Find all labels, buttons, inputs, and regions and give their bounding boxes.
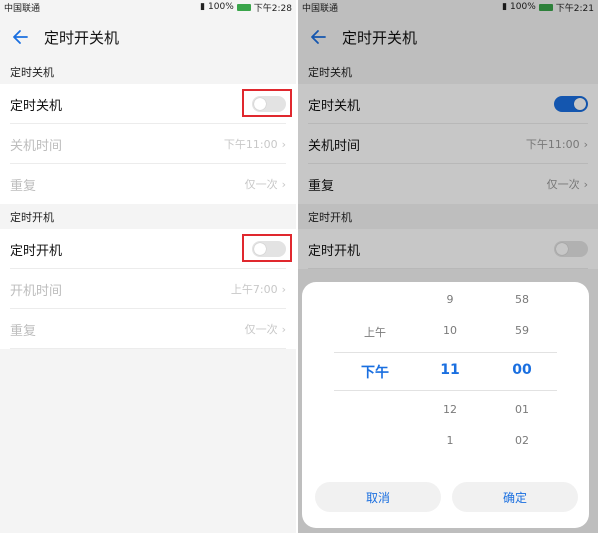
status-bar: 中国联通 ▮ 100% 下午2:28: [0, 0, 296, 14]
picker-option[interactable]: 9: [410, 293, 490, 306]
section-header-startup: 定时开机: [10, 211, 54, 224]
shutdown-repeat-row[interactable]: 重复 仅一次 ›: [0, 164, 296, 204]
picker-selected-option[interactable]: 下午: [335, 362, 415, 382]
shutdown-repeat-label: 重复: [10, 178, 37, 194]
cancel-button[interactable]: 取消: [315, 482, 441, 512]
chevron-right-icon: ›: [281, 322, 286, 336]
chevron-right-icon: ›: [281, 282, 286, 296]
back-button[interactable]: [6, 23, 34, 51]
shutdown-time-label: 关机时间: [10, 138, 63, 154]
time-picker-sheet: 上午 下午 9 10 11 12 1 58 59 00 01 02 取消 确定: [302, 282, 589, 528]
page-title: 定时开关机: [44, 28, 120, 47]
startup-toggle-label: 定时开机: [10, 243, 63, 259]
picker-selected-option[interactable]: 00: [482, 362, 562, 378]
back-arrow-icon: [13, 30, 28, 44]
startup-time-value: 上午7:00: [230, 283, 278, 296]
picker-option[interactable]: 1: [410, 434, 490, 447]
shutdown-time-row[interactable]: 关机时间 下午11:00 ›: [0, 124, 296, 164]
signal-icon: ▮: [200, 2, 206, 12]
app-bar: 定时开关机: [0, 14, 296, 60]
right-screen: 中国联通 ▮ 100% 下午2:21 定时开关机 定时关机 定时关机 关机时间 …: [298, 0, 598, 533]
minute-wheel[interactable]: 58 59 00 01 02: [482, 282, 562, 462]
picker-option[interactable]: 01: [482, 403, 562, 416]
left-screen: 中国联通 ▮ 100% 下午2:28 定时开关机 定时关机 定时关机 关机时间 …: [0, 0, 296, 533]
highlight-box: [242, 234, 292, 262]
picker-option[interactable]: 59: [482, 324, 562, 337]
chevron-right-icon: ›: [281, 137, 286, 151]
chevron-right-icon: ›: [281, 177, 286, 191]
picker-option[interactable]: 上午: [335, 324, 415, 340]
picker-option[interactable]: 10: [410, 324, 490, 337]
startup-repeat-value: 仅一次: [244, 323, 278, 336]
highlight-box: [242, 89, 292, 117]
confirm-button[interactable]: 确定: [452, 482, 578, 512]
picker-option[interactable]: 12: [410, 403, 490, 416]
picker-selected-option[interactable]: 11: [410, 362, 490, 378]
clock: 下午2:28: [253, 3, 292, 14]
ampm-wheel[interactable]: 上午 下午: [335, 282, 415, 462]
startup-time-row[interactable]: 开机时间 上午7:00 ›: [0, 269, 296, 309]
startup-repeat-row[interactable]: 重复 仅一次 ›: [0, 309, 296, 349]
section-header-shutdown: 定时关机: [10, 66, 54, 79]
picker-option[interactable]: 58: [482, 293, 562, 306]
shutdown-time-value: 下午11:00: [223, 138, 278, 151]
battery-percent: 100%: [208, 2, 234, 12]
carrier-label: 中国联通: [4, 3, 41, 14]
hour-wheel[interactable]: 9 10 11 12 1: [410, 282, 490, 462]
shutdown-repeat-value: 仅一次: [244, 178, 278, 191]
shutdown-toggle-label: 定时关机: [10, 98, 63, 114]
picker-option[interactable]: 02: [482, 434, 562, 447]
startup-time-label: 开机时间: [10, 283, 63, 299]
battery-icon: [236, 3, 251, 11]
startup-repeat-label: 重复: [10, 323, 37, 339]
